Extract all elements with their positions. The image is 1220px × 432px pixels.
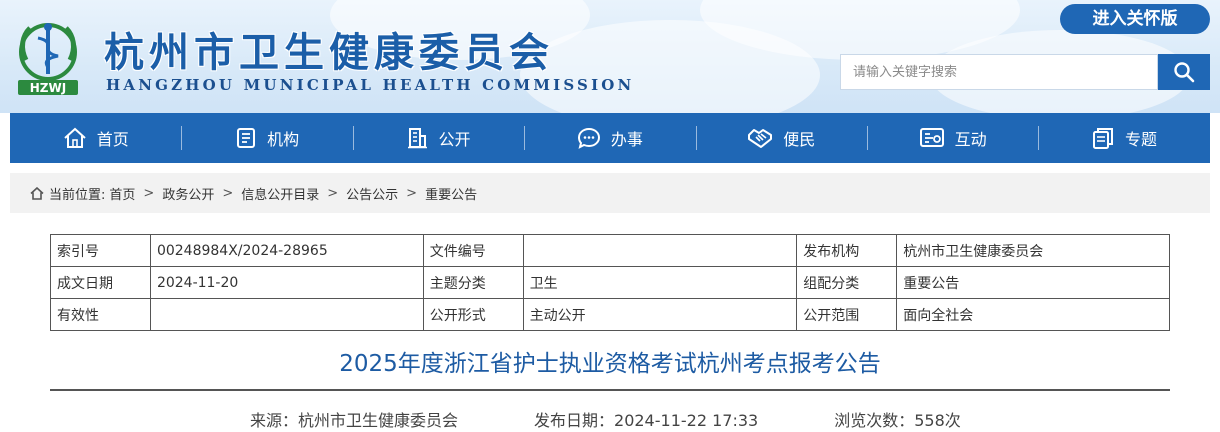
site-title: 杭州市卫生健康委员会 xyxy=(104,30,554,76)
search-input[interactable] xyxy=(841,55,1157,89)
main-nav: 首页 机构 公开 办事 便民 互动 专题 xyxy=(10,113,1210,163)
meta-value: 2024-11-20 xyxy=(149,266,424,299)
nav-item-label: 互动 xyxy=(954,130,987,149)
nav-item-label: 首页 xyxy=(96,130,129,149)
nav-item-label: 专题 xyxy=(1125,130,1158,149)
meta-key: 组配分类 xyxy=(796,266,898,299)
meta-value: 重要公告 xyxy=(896,266,1170,299)
breadcrumb-separator: > xyxy=(143,185,155,201)
search-icon xyxy=(1174,62,1195,83)
nav-item-open[interactable]: 公开 xyxy=(352,113,524,163)
meta-key: 主题分类 xyxy=(422,266,524,299)
nav-item-label: 公开 xyxy=(438,130,471,149)
nav-item-service[interactable]: 办事 xyxy=(524,113,695,163)
nav-item-label: 机构 xyxy=(267,130,300,149)
nav-item-label: 办事 xyxy=(610,130,643,149)
article-source: 来源：杭州市卫生健康委员会 xyxy=(250,411,459,430)
meta-key: 公开范围 xyxy=(796,298,898,331)
breadcrumb-item[interactable]: 首页 xyxy=(109,184,135,203)
site-logo[interactable]: HZWJ xyxy=(10,18,86,98)
breadcrumb: 当前位置: 首页 > 政务公开 > 信息公开目录 > 公告公示 > 重要公告 xyxy=(10,173,1210,213)
meta-value: 主动公开 xyxy=(522,298,798,331)
site-header: HZWJ 杭州市卫生健康委员会 HANGZHOU MUNICIPAL HEALT… xyxy=(0,0,1220,113)
meta-value xyxy=(522,234,798,267)
article-date: 发布日期：2024-11-22 17:33 xyxy=(534,411,759,430)
svg-text:HZWJ: HZWJ xyxy=(30,81,66,95)
breadcrumb-item[interactable]: 重要公告 xyxy=(425,184,477,203)
breadcrumb-separator: > xyxy=(222,185,234,201)
meta-key: 文件编号 xyxy=(422,234,524,267)
article-info: 来源：杭州市卫生健康委员会 发布日期：2024-11-22 17:33 浏览次数… xyxy=(250,407,961,431)
meta-key: 有效性 xyxy=(50,298,151,331)
topic-icon xyxy=(1093,128,1114,149)
care-version-button[interactable]: 进入关怀版 xyxy=(1060,4,1210,34)
building-icon xyxy=(408,128,428,149)
search-button[interactable] xyxy=(1158,54,1210,90)
nav-item-topic[interactable]: 专题 xyxy=(1038,113,1209,163)
table-row: 索引号 00248984X/2024-28965 文件编号 发布机构 杭州市卫生… xyxy=(50,234,1170,267)
nav-item-org[interactable]: 机构 xyxy=(181,113,352,163)
nav-item-home[interactable]: 首页 xyxy=(10,113,181,163)
breadcrumb-item[interactable]: 政务公开 xyxy=(162,184,214,203)
title-divider xyxy=(50,389,1170,391)
article-title: 2025年度浙江省护士执业资格考试杭州考点报考公告 xyxy=(339,351,881,377)
nav-item-interact[interactable]: 互动 xyxy=(866,113,1038,163)
meta-value xyxy=(149,298,424,331)
article-views: 浏览次数：558次 xyxy=(834,411,961,430)
search-box xyxy=(840,54,1158,90)
breadcrumb-separator: > xyxy=(327,185,339,201)
home-icon xyxy=(64,127,86,148)
handshake-icon xyxy=(748,129,773,148)
nav-item-convenience[interactable]: 便民 xyxy=(695,113,867,163)
meta-key: 公开形式 xyxy=(422,298,524,331)
org-icon xyxy=(237,128,256,148)
site-subtitle: HANGZHOU MUNICIPAL HEALTH COMMISSION xyxy=(106,76,635,94)
meta-key: 发布机构 xyxy=(796,234,898,267)
meta-value: 杭州市卫生健康委员会 xyxy=(896,234,1170,267)
home-icon xyxy=(30,186,44,200)
meta-value: 卫生 xyxy=(522,266,798,299)
meta-value: 面向全社会 xyxy=(896,298,1170,331)
breadcrumb-prefix: 当前位置: xyxy=(49,187,106,203)
chat-icon xyxy=(577,127,600,149)
breadcrumb-item[interactable]: 公告公示 xyxy=(346,184,398,203)
meta-value: 00248984X/2024-28965 xyxy=(149,234,424,267)
nav-item-label: 便民 xyxy=(783,130,816,149)
meta-key: 索引号 xyxy=(50,234,151,267)
interact-icon xyxy=(919,128,944,147)
meta-key: 成文日期 xyxy=(50,266,151,299)
table-row: 成文日期 2024-11-20 主题分类 卫生 组配分类 重要公告 xyxy=(50,266,1170,299)
document-meta-table: 索引号 00248984X/2024-28965 文件编号 发布机构 杭州市卫生… xyxy=(50,234,1170,331)
table-row: 有效性 公开形式 主动公开 公开范围 面向全社会 xyxy=(50,298,1170,331)
breadcrumb-item[interactable]: 信息公开目录 xyxy=(241,184,319,203)
emblem-icon: HZWJ xyxy=(18,23,78,95)
breadcrumb-separator: > xyxy=(406,185,418,201)
